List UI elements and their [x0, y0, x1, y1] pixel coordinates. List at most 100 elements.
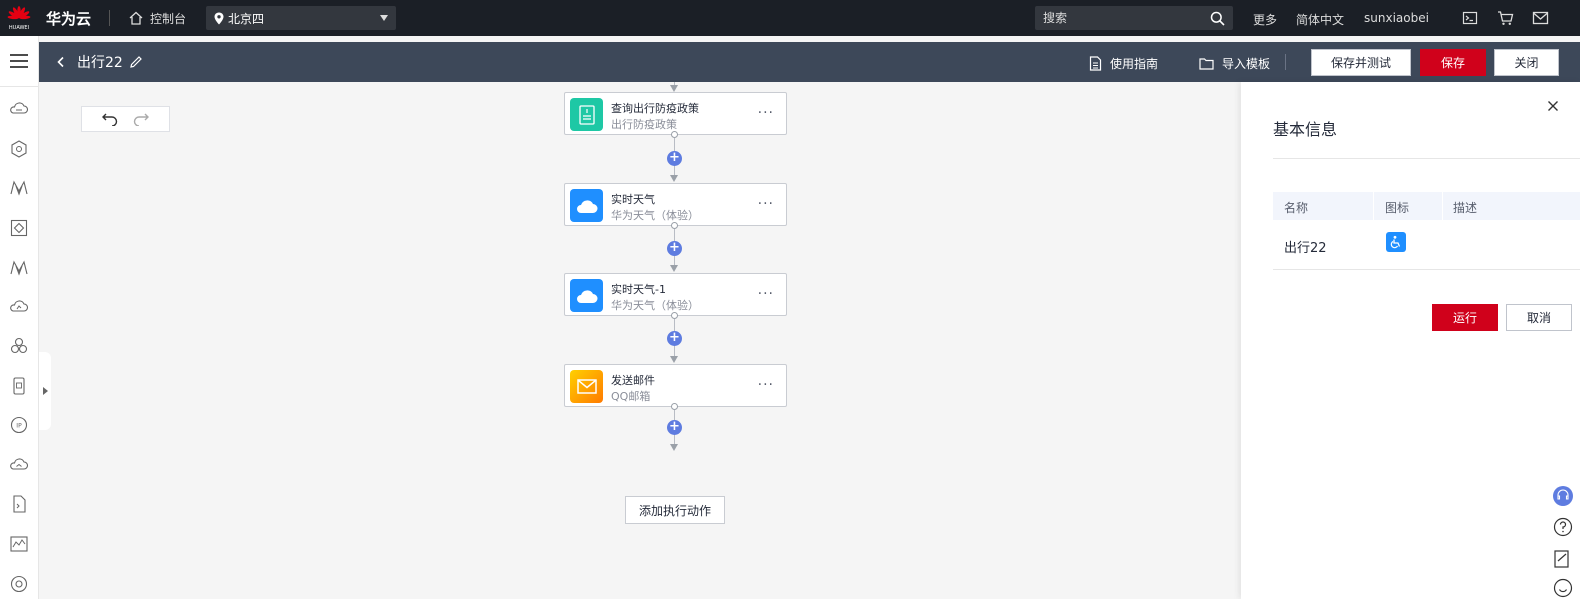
location-pin-icon — [214, 12, 224, 24]
cloud-upload-icon[interactable] — [8, 454, 30, 476]
divider — [109, 10, 111, 26]
arrow-down-icon — [670, 85, 678, 92]
more-options-icon[interactable]: ··· — [758, 105, 774, 121]
feedback-edit-icon[interactable] — [1552, 548, 1574, 570]
top-navigation-bar: HUAWEI 华为云 控制台 北京四 更多 简体中文 sunxiaobei — [0, 0, 1580, 36]
huawei-logo[interactable]: HUAWEI — [0, 0, 38, 36]
brand-name[interactable]: 华为云 — [46, 8, 91, 29]
undo-icon[interactable] — [101, 112, 119, 126]
flow-node-weather-1[interactable]: 实时天气-1 华为天气（体验） ··· — [564, 273, 787, 316]
model-arts-icon[interactable] — [8, 177, 30, 199]
document-icon — [570, 98, 603, 131]
flow-node-weather[interactable]: 实时天气 华为天气（体验） ··· — [564, 183, 787, 226]
chevron-down-icon — [380, 15, 389, 21]
run-button[interactable]: 运行 — [1432, 304, 1498, 331]
flow-name-cell: 出行22 — [1284, 241, 1327, 256]
service-sidebar: IP — [0, 36, 39, 599]
hexagon-service-icon[interactable] — [8, 138, 30, 160]
mail-icon — [570, 370, 603, 403]
folder-icon — [1199, 58, 1214, 70]
smile-feedback-icon[interactable] — [1552, 577, 1574, 599]
node-title: 查询出行防疫政策 — [611, 102, 699, 115]
search-box[interactable] — [1035, 6, 1233, 30]
add-step-button[interactable]: + — [667, 241, 682, 256]
basic-info-panel: 基本信息 名称 图标 描述 出行22 运行 取消 — [1241, 82, 1580, 599]
close-button[interactable]: 关闭 — [1494, 49, 1559, 76]
username[interactable]: sunxiaobei — [1364, 11, 1429, 25]
region-selector[interactable]: 北京四 — [206, 6, 397, 30]
column-separator — [1442, 192, 1443, 220]
terminal-icon[interactable] — [1462, 10, 1478, 26]
node-subtitle: 华为天气（体验） — [611, 299, 699, 312]
customer-service-icon[interactable] — [1552, 485, 1574, 507]
cart-icon[interactable] — [1497, 10, 1514, 26]
add-action-button[interactable]: 添加执行动作 — [625, 496, 725, 524]
cloud-icon — [570, 189, 603, 222]
cloud-server-icon[interactable] — [8, 98, 30, 120]
divider — [1273, 158, 1580, 159]
user-guide-link[interactable]: 使用指南 — [1089, 55, 1158, 72]
cloud-service-icon[interactable] — [8, 296, 30, 318]
connector-port — [671, 131, 678, 138]
huawei-flower-icon — [7, 5, 31, 19]
save-button[interactable]: 保存 — [1420, 49, 1486, 76]
flow-title: 出行22 — [77, 55, 123, 71]
more-link[interactable]: 更多 — [1253, 11, 1277, 28]
import-template-link[interactable]: 导入模板 — [1199, 55, 1270, 72]
node-title: 实时天气 — [611, 193, 655, 206]
svg-text:IP: IP — [16, 423, 22, 430]
node-subtitle: QQ邮箱 — [611, 390, 651, 403]
add-step-button[interactable]: + — [667, 151, 682, 166]
language-switch[interactable]: 简体中文 — [1296, 11, 1344, 28]
panel-title: 基本信息 — [1273, 120, 1338, 139]
connector-port — [671, 403, 678, 410]
add-step-button[interactable]: + — [667, 331, 682, 346]
table-row: 出行22 — [1273, 220, 1580, 270]
cancel-button[interactable]: 取消 — [1506, 304, 1572, 331]
back-arrow-icon[interactable] — [55, 56, 67, 68]
arrow-down-icon — [670, 265, 678, 272]
console-label: 控制台 — [150, 11, 187, 26]
sidebar-expand-handle[interactable] — [39, 352, 51, 430]
flow-node-send-email[interactable]: 发送邮件 QQ邮箱 ··· — [564, 364, 787, 407]
column-separator — [1373, 192, 1374, 220]
settings-gear-icon[interactable] — [8, 573, 30, 595]
mail-icon[interactable] — [1532, 10, 1549, 26]
cloud-icon — [570, 279, 603, 312]
close-icon[interactable] — [1547, 100, 1559, 112]
mobile-device-icon[interactable] — [8, 375, 30, 397]
column-header-icon: 图标 — [1385, 201, 1410, 215]
menu-icon[interactable] — [8, 50, 30, 72]
flow-editor-header: 出行22 使用指南 导入模板 保存并测试 保存 关闭 — [39, 42, 1580, 82]
user-guide-label: 使用指南 — [1110, 57, 1159, 71]
console-link[interactable]: 控制台 — [128, 10, 186, 27]
search-input[interactable] — [1043, 11, 1210, 25]
column-header-description: 描述 — [1453, 201, 1478, 215]
undo-redo-toolbar — [81, 106, 170, 132]
connector-port — [671, 312, 678, 319]
arrow-down-icon — [670, 356, 678, 363]
node-subtitle: 华为天气（体验） — [611, 209, 699, 222]
flow-node-epidemic-policy[interactable]: 查询出行防疫政策 出行防疫政策 ··· — [564, 92, 787, 135]
more-options-icon[interactable]: ··· — [758, 196, 774, 212]
connector-port — [671, 222, 678, 229]
arrow-down-icon — [670, 175, 678, 182]
document-service-icon[interactable] — [8, 493, 30, 515]
add-step-button[interactable]: + — [667, 420, 682, 435]
monitor-chart-icon[interactable] — [8, 533, 30, 555]
cluster-icon[interactable] — [8, 335, 30, 357]
help-question-icon[interactable] — [1552, 516, 1574, 538]
ip-address-icon[interactable]: IP — [8, 414, 30, 436]
more-options-icon[interactable]: ··· — [758, 377, 774, 393]
rail-divider — [0, 86, 39, 87]
more-options-icon[interactable]: ··· — [758, 286, 774, 302]
table-header: 名称 图标 描述 — [1273, 192, 1580, 220]
edit-pencil-icon[interactable] — [129, 55, 143, 69]
accessibility-icon[interactable] — [1386, 232, 1406, 252]
save-and-test-button[interactable]: 保存并测试 — [1311, 49, 1411, 76]
mrs-service-icon[interactable] — [8, 257, 30, 279]
home-icon — [129, 11, 143, 25]
diamond-service-icon[interactable] — [8, 217, 30, 239]
redo-icon[interactable] — [132, 112, 150, 126]
search-icon[interactable] — [1210, 11, 1225, 26]
